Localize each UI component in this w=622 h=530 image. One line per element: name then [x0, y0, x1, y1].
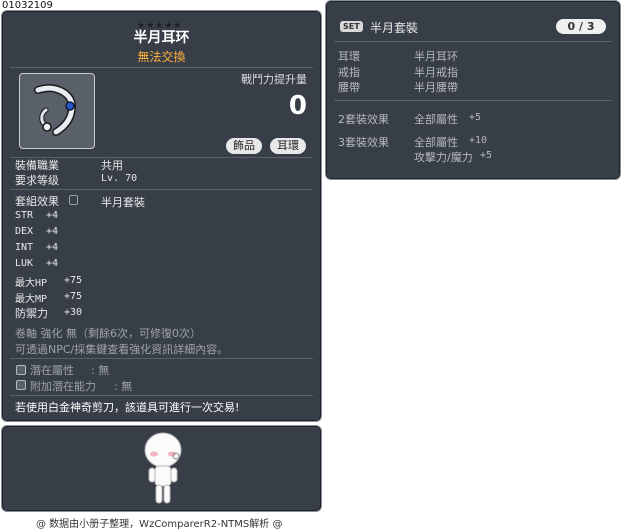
set-bonus-stat: 全部屬性	[414, 136, 458, 149]
power-increase-value: 0	[288, 91, 307, 121]
earring-icon	[34, 84, 77, 136]
stat-value: +4	[46, 258, 59, 269]
additional-potential-bullet-icon	[16, 380, 26, 390]
set-effect-label: 套組效果	[15, 195, 59, 208]
stat-name: DEX	[15, 226, 34, 237]
divider	[10, 189, 313, 190]
set-part-slot: 耳環	[338, 50, 360, 63]
stat-value: +75	[64, 275, 83, 286]
tag-earring: 耳環	[270, 138, 306, 154]
divider	[10, 395, 313, 396]
divider	[10, 358, 313, 359]
character-avatar-icon	[144, 432, 182, 504]
stat-value: +4	[46, 226, 59, 237]
item-tooltip-panel: ★★★★★ 半月耳环 無法交換 戰鬥力提升量 0 飾品 耳環 裝備職業 共用 要…	[1, 10, 322, 422]
power-increase-label: 戰鬥力提升量	[241, 73, 307, 86]
set-part-name: 半月腰帶	[414, 81, 458, 94]
set-effect-value: 半月套裝	[101, 196, 145, 209]
level-label: 要求等级	[15, 174, 59, 187]
stat-value: +30	[64, 307, 83, 318]
set-part-slot: 戒指	[338, 66, 360, 79]
job-value: 共用	[101, 159, 123, 172]
stat-name: 最大HP	[15, 278, 48, 289]
stat-name: INT	[15, 242, 34, 253]
set-badge: SET	[340, 21, 363, 32]
set-bonus-value: +5	[480, 150, 493, 161]
stat-name: 防禦力	[15, 307, 48, 320]
avatar-preview-panel	[1, 425, 322, 512]
scroll-upgrade-hint: 可透過NPC/採集鍵查看強化資訊詳細內容。	[15, 343, 229, 356]
set-part-name: 半月耳环	[414, 50, 458, 63]
job-label: 裝備職業	[15, 159, 59, 172]
set-part-slot: 腰帶	[338, 81, 360, 94]
trade-status: 無法交換	[137, 50, 186, 64]
stat-value: +75	[64, 291, 83, 302]
stat-name: 最大MP	[15, 294, 48, 305]
set-bonus-value: +5	[469, 112, 482, 123]
set-info-panel: SET 半月套裝 0 / 3 耳環 半月耳环 戒指 半月戒指 腰帶 半月腰帶 2…	[325, 0, 621, 180]
divider	[334, 100, 612, 101]
item-name: 半月耳环	[133, 30, 190, 46]
stat-name: LUK	[15, 258, 34, 269]
divider	[334, 41, 612, 42]
set-part-name: 半月戒指	[414, 66, 458, 79]
set-bonus-value: +10	[469, 135, 488, 146]
stat-value: +4	[46, 242, 59, 253]
set-bonus-stat: 全部屬性	[414, 113, 458, 126]
stat-value: +4	[46, 210, 59, 221]
level-value: Lv. 70	[101, 173, 138, 184]
set-bonus-label: 3套裝效果	[338, 136, 389, 149]
footer-credit: @ 数据由小册子整理，WzComparerR2-NTMS解析 @	[36, 519, 283, 530]
stat-name: STR	[15, 210, 34, 221]
scissors-notice: 若使用白金神奇剪刀，該道具可進行一次交易!	[15, 401, 240, 414]
scroll-upgrade-info: 卷軸 強化 無（剩餘6次，可修復0次）	[15, 327, 201, 340]
divider	[10, 67, 313, 68]
additional-potential-label: 附加潛在能力	[30, 380, 96, 393]
set-bonus-label: 2套裝效果	[338, 113, 389, 126]
item-icon-frame	[19, 73, 95, 149]
additional-potential-value: : 無	[114, 380, 133, 393]
set-name: 半月套裝	[370, 21, 419, 35]
potential-bullet-icon	[16, 365, 26, 375]
set-bonus-stat: 攻擊力/魔力	[414, 151, 473, 164]
potential-value: : 無	[91, 364, 110, 377]
potential-label: 潛在屬性	[30, 364, 74, 377]
set-count-badge: 0 / 3	[556, 19, 606, 34]
lock-icon	[69, 195, 78, 205]
tag-accessory: 飾品	[226, 138, 262, 154]
